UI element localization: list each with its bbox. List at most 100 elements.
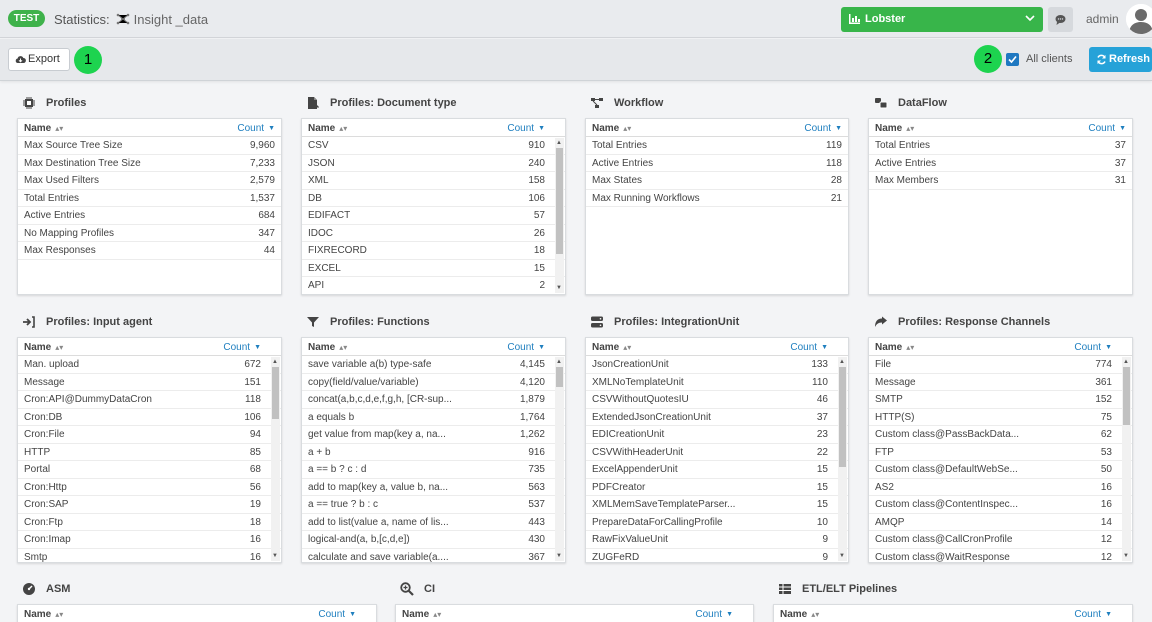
table-row[interactable]: Total Entries 119 xyxy=(586,137,848,155)
scroll-thumb[interactable] xyxy=(556,148,563,254)
table-row[interactable]: concat(a,b,c,d,e,f,g,h, [CR-sup... 1,879 xyxy=(302,391,565,409)
table-row[interactable]: get value from map(key a, na... 1,262 xyxy=(302,426,565,444)
table-row[interactable]: PDFCreator 15 xyxy=(586,479,848,496)
table-row[interactable]: Max Destination Tree Size 7,233 xyxy=(18,155,281,172)
name-column-header[interactable]: Name ▴▾ xyxy=(24,342,63,353)
count-column-header[interactable]: Count ▼ xyxy=(507,123,545,134)
table-row[interactable]: Custom class@DefaultWebSe... 50 xyxy=(869,461,1132,479)
table-row[interactable]: Max Source Tree Size 9,960 xyxy=(18,137,281,155)
scrollbar[interactable]: ▲ ▼ xyxy=(555,357,564,561)
table-row[interactable]: Smtp 16 xyxy=(18,549,281,563)
export-button[interactable]: Export xyxy=(8,48,70,71)
scrollbar[interactable]: ▲ ▼ xyxy=(271,357,280,561)
table-row[interactable]: save variable a(b) type-safe 4,145 xyxy=(302,356,565,374)
table-row[interactable]: File 774 xyxy=(869,356,1132,374)
table-row[interactable]: Active Entries 37 xyxy=(869,155,1132,172)
table-row[interactable]: HTTP 85 xyxy=(18,444,281,461)
table-row[interactable]: Portal 68 xyxy=(18,461,281,479)
table-row[interactable]: calculate and save variable(a.... 367 xyxy=(302,549,565,563)
scroll-thumb[interactable] xyxy=(1123,367,1130,425)
count-column-header[interactable]: Count ▼ xyxy=(1074,342,1112,353)
scrollbar[interactable]: ▲ ▼ xyxy=(1122,357,1131,561)
table-row[interactable]: Cron:DB 106 xyxy=(18,409,281,426)
count-column-header[interactable]: Count ▼ xyxy=(804,123,842,134)
name-column-header[interactable]: Name ▴▾ xyxy=(875,123,914,134)
table-row[interactable]: AMQP 14 xyxy=(869,514,1132,531)
name-column-header[interactable]: Name ▴▾ xyxy=(24,609,63,620)
table-row[interactable]: IDOC 26 xyxy=(302,225,565,242)
table-row[interactable]: CSVWithHeaderUnit 22 xyxy=(586,444,848,461)
table-row[interactable]: logical-and(a, b,[c,d,e]) 430 xyxy=(302,531,565,549)
table-row[interactable]: Custom class@PassBackData... 62 xyxy=(869,426,1132,444)
table-row[interactable]: Max Running Workflows 21 xyxy=(586,190,848,207)
table-row[interactable]: CSV 910 xyxy=(302,137,565,155)
scroll-thumb[interactable] xyxy=(839,367,846,467)
avatar[interactable] xyxy=(1126,4,1152,34)
table-row[interactable]: Man. upload 672 xyxy=(18,356,281,374)
name-column-header[interactable]: Name ▴▾ xyxy=(875,342,914,353)
table-row[interactable]: a + b 916 xyxy=(302,444,565,461)
table-row[interactable]: copy(field/value/variable) 4,120 xyxy=(302,374,565,391)
table-row[interactable]: Custom class@CallCronProfile 12 xyxy=(869,531,1132,549)
count-column-header[interactable]: Count ▼ xyxy=(318,609,356,620)
table-row[interactable]: ExcelAppenderUnit 15 xyxy=(586,461,848,479)
user-name[interactable]: admin xyxy=(1086,12,1119,26)
name-column-header[interactable]: Name ▴▾ xyxy=(24,123,63,134)
table-row[interactable]: Cron:API@DummyDataCron 118 xyxy=(18,391,281,409)
table-row[interactable]: EDIFACT 57 xyxy=(302,207,565,225)
table-row[interactable]: XMLMemSaveTemplateParser... 15 xyxy=(586,496,848,514)
scroll-thumb[interactable] xyxy=(556,367,563,387)
table-row[interactable]: add to map(key a, value b, na... 563 xyxy=(302,479,565,496)
table-row[interactable]: Cron:File 94 xyxy=(18,426,281,444)
table-row[interactable]: a == true ? b : c 537 xyxy=(302,496,565,514)
table-row[interactable]: FIXRECORD 18 xyxy=(302,242,565,260)
name-column-header[interactable]: Name ▴▾ xyxy=(780,609,819,620)
table-row[interactable]: XML 158 xyxy=(302,172,565,190)
count-column-header[interactable]: Count ▼ xyxy=(1088,123,1126,134)
table-row[interactable]: Cron:Http 56 xyxy=(18,479,281,496)
table-row[interactable]: RawFixValueUnit 9 xyxy=(586,531,848,549)
table-row[interactable]: Cron:SAP 19 xyxy=(18,496,281,514)
table-row[interactable]: PrepareDataForCallingProfile 10 xyxy=(586,514,848,531)
table-row[interactable]: FTP 53 xyxy=(869,444,1132,461)
table-row[interactable]: JsonCreationUnit 133 xyxy=(586,356,848,374)
table-row[interactable]: Cron:Imap 16 xyxy=(18,531,281,549)
chat-button[interactable] xyxy=(1048,7,1073,32)
table-row[interactable]: AS2 16 xyxy=(869,479,1132,496)
table-row[interactable]: Message 361 xyxy=(869,374,1132,391)
count-column-header[interactable]: Count ▼ xyxy=(790,342,828,353)
refresh-button[interactable]: Refresh xyxy=(1089,47,1152,72)
table-row[interactable]: a equals b 1,764 xyxy=(302,409,565,426)
count-column-header[interactable]: Count ▼ xyxy=(507,342,545,353)
table-row[interactable]: Message 151 xyxy=(18,374,281,391)
count-column-header[interactable]: Count ▼ xyxy=(237,123,275,134)
table-row[interactable]: HTTP(S) 75 xyxy=(869,409,1132,426)
table-row[interactable]: Total Entries 1,537 xyxy=(18,190,281,207)
scrollbar[interactable]: ▲ ▼ xyxy=(555,138,564,293)
table-row[interactable]: Custom class@ContentInspec... 16 xyxy=(869,496,1132,514)
table-row[interactable]: Active Entries 118 xyxy=(586,155,848,172)
name-column-header[interactable]: Name ▴▾ xyxy=(592,123,631,134)
count-column-header[interactable]: Count ▼ xyxy=(1074,609,1112,620)
all-clients-checkbox[interactable] xyxy=(1006,53,1019,66)
scrollbar[interactable]: ▲ ▼ xyxy=(838,357,847,561)
client-select[interactable]: Lobster xyxy=(841,7,1043,32)
table-row[interactable]: No Mapping Profiles 347 xyxy=(18,225,281,242)
count-column-header[interactable]: Count ▼ xyxy=(223,342,261,353)
table-row[interactable]: add to list(value a, name of lis... 443 xyxy=(302,514,565,531)
table-row[interactable]: EDICreationUnit 23 xyxy=(586,426,848,444)
table-row[interactable]: Max Responses 44 xyxy=(18,242,281,260)
table-row[interactable]: Max States 28 xyxy=(586,172,848,190)
table-row[interactable]: Max Members 31 xyxy=(869,172,1132,190)
name-column-header[interactable]: Name ▴▾ xyxy=(308,342,347,353)
table-row[interactable]: API 2 xyxy=(302,277,565,294)
table-row[interactable]: Max Used Filters 2,579 xyxy=(18,172,281,190)
table-row[interactable]: Total Entries 37 xyxy=(869,137,1132,155)
name-column-header[interactable]: Name ▴▾ xyxy=(402,609,441,620)
table-row[interactable]: Custom class@WaitResponse 12 xyxy=(869,549,1132,563)
table-row[interactable]: EXCEL 15 xyxy=(302,260,565,277)
name-column-header[interactable]: Name ▴▾ xyxy=(592,342,631,353)
table-row[interactable]: a == b ? c : d 735 xyxy=(302,461,565,479)
table-row[interactable]: XMLNoTemplateUnit 110 xyxy=(586,374,848,391)
table-row[interactable]: ExtendedJsonCreationUnit 37 xyxy=(586,409,848,426)
